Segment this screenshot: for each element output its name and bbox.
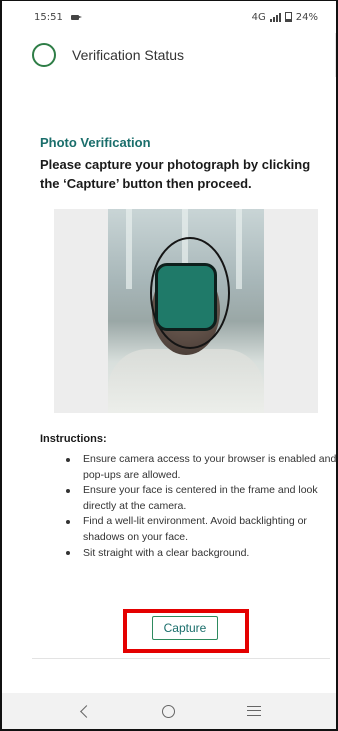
camera-preview — [108, 209, 264, 413]
page-title: Verification Status — [72, 47, 185, 63]
divider — [32, 658, 330, 659]
ceiling-light — [126, 209, 132, 289]
back-chevron-icon — [79, 704, 93, 718]
battery-percent: 24% — [295, 11, 318, 23]
nav-recents-button[interactable] — [234, 697, 274, 725]
face-redaction-box — [155, 263, 217, 331]
screen-record-icon — [70, 14, 82, 20]
instruction-item: Sit straight with a clear background. — [66, 546, 336, 562]
network-type: 4G — [251, 11, 266, 23]
person-body — [108, 349, 264, 413]
capture-button[interactable]: Capture — [152, 616, 218, 640]
app-header: Verification Status — [2, 33, 336, 77]
status-time: 15:51 — [34, 11, 63, 23]
phone-screen: 15:51 4G 24% Verification Status Photo V… — [0, 0, 338, 731]
status-circle-icon — [32, 43, 56, 67]
battery-icon — [284, 12, 292, 22]
photo-preview-area — [54, 209, 318, 413]
instruction-item: Find a well-lit environment. Avoid backl… — [66, 514, 336, 545]
capture-prompt: Please capture your photograph by clicki… — [40, 157, 311, 191]
home-circle-icon — [162, 704, 176, 718]
nav-back-button[interactable] — [64, 697, 104, 725]
system-nav-bar — [2, 693, 336, 729]
instruction-item: Ensure camera access to your browser is … — [66, 452, 336, 483]
instructions-list: Ensure camera access to your browser is … — [66, 452, 336, 562]
nav-home-button[interactable] — [149, 697, 189, 725]
status-bar: 15:51 4G 24% — [2, 1, 336, 33]
recents-menu-icon — [246, 706, 261, 716]
instruction-item: Ensure your face is centered in the fram… — [66, 483, 336, 514]
ceiling-light — [236, 209, 242, 289]
signal-icon — [269, 12, 281, 22]
instructions-label: Instructions: — [40, 433, 107, 445]
section-title: Photo Verification — [40, 135, 151, 150]
